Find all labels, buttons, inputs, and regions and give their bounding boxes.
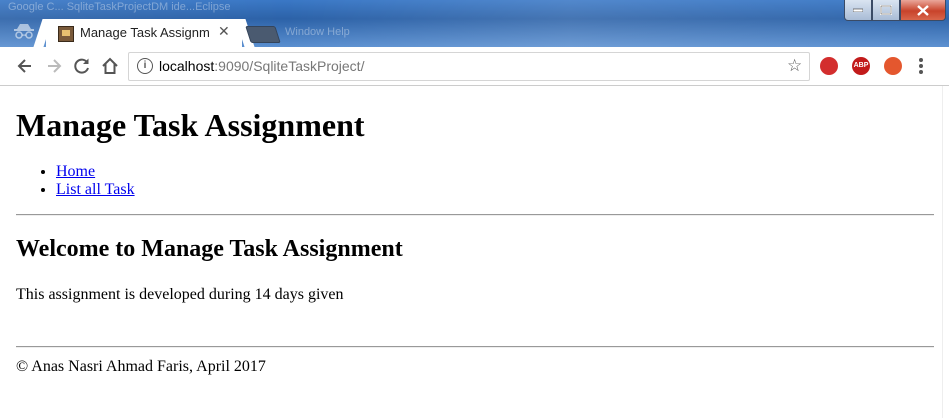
page-viewport: Manage Task Assignment Home List all Tas… [8, 86, 943, 418]
close-icon [917, 4, 929, 16]
restore-icon [880, 5, 892, 15]
url-host: localhost [159, 58, 215, 74]
site-info-icon[interactable]: i [137, 58, 153, 74]
description-text: This assignment is developed during 14 d… [16, 286, 344, 303]
tab-title: Manage Task Assignmen [80, 25, 210, 40]
nav-list: Home List all Task [16, 163, 934, 199]
background-window-title: Google C... SqliteTaskProjectDM ide...Ec… [8, 1, 231, 13]
minimize-icon [853, 8, 863, 12]
new-tab-button[interactable] [245, 26, 281, 43]
maximize-button[interactable] [872, 0, 900, 21]
window-titlebar: Google C... SqliteTaskProjectDM ide...Ec… [0, 0, 949, 47]
bookmark-star-icon[interactable]: ☆ [787, 56, 802, 76]
tab-favicon-icon [58, 26, 74, 42]
browser-tab-active[interactable]: Manage Task Assignmen ✕ [46, 19, 242, 47]
window-controls [844, 0, 946, 21]
divider-bottom [16, 346, 934, 348]
tab-close-icon[interactable]: ✕ [218, 24, 230, 40]
forward-arrow-icon[interactable] [44, 56, 64, 76]
abp-extension-icon[interactable]: ABP [852, 57, 870, 75]
home-link[interactable]: Home [56, 163, 95, 180]
welcome-heading: Welcome to Manage Task Assignment [16, 236, 403, 262]
address-bar[interactable]: i localhost:9090/SqliteTaskProject/ ☆ [128, 52, 810, 81]
adblock-extension-icon[interactable] [820, 57, 838, 75]
page-body: Manage Task Assignment Home List all Tas… [16, 86, 934, 376]
reload-icon[interactable] [72, 56, 92, 76]
nav-item-home: Home [56, 163, 934, 181]
home-icon[interactable] [100, 56, 120, 76]
close-window-button[interactable] [900, 0, 946, 21]
browser-menu-icon[interactable] [919, 58, 923, 76]
page-title: Manage Task Assignment [16, 107, 365, 143]
back-arrow-icon[interactable] [15, 56, 35, 76]
footer-copyright: © Anas Nasri Ahmad Faris, April 2017 [16, 358, 266, 375]
browser-toolbar: i localhost:9090/SqliteTaskProject/ ☆ AB… [0, 47, 949, 86]
url-path: :9090/SqliteTaskProject/ [214, 58, 365, 74]
minimize-button[interactable] [844, 0, 872, 21]
nav-item-list-tasks: List all Task [56, 181, 934, 199]
background-window-menu: Window Help [285, 26, 350, 38]
url-text[interactable]: localhost:9090/SqliteTaskProject/ [159, 58, 364, 74]
window-right-border [942, 86, 949, 418]
incognito-icon [14, 24, 34, 39]
extension-icon[interactable] [884, 57, 902, 75]
divider-top [16, 214, 934, 216]
list-all-task-link[interactable]: List all Task [56, 181, 135, 198]
